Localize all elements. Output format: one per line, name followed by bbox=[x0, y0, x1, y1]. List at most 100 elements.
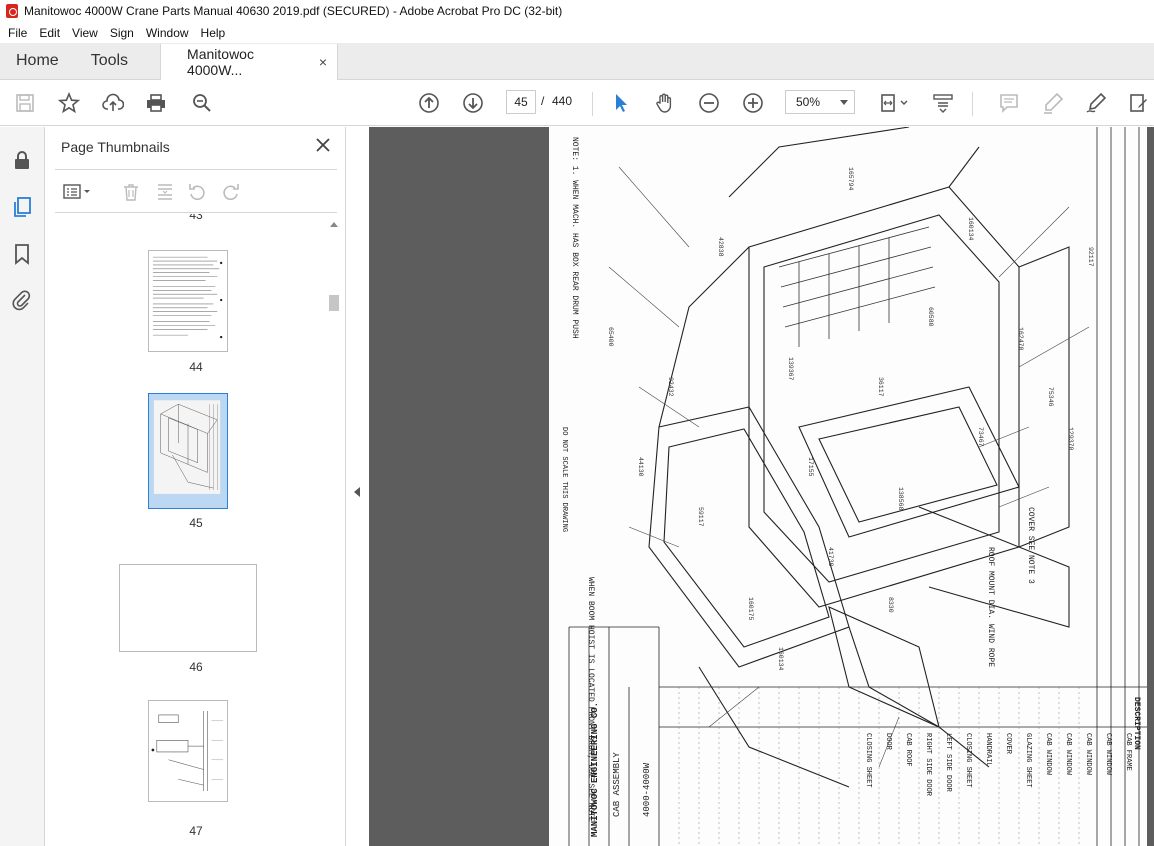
thumbnail-page-44[interactable]: 44 bbox=[55, 250, 337, 380]
parts-list-row: CAB WINDOW bbox=[1104, 733, 1112, 776]
search-zoom-icon[interactable] bbox=[189, 90, 215, 116]
menu-file[interactable]: File bbox=[2, 26, 33, 40]
part-number-label: 42838 bbox=[717, 237, 724, 257]
thumbnail-selected-frame bbox=[148, 393, 228, 509]
tab-home[interactable]: Home bbox=[0, 43, 75, 79]
tab-tools[interactable]: Tools bbox=[75, 43, 144, 79]
thumbnail-label: 46 bbox=[189, 660, 203, 674]
tab-close-icon[interactable]: × bbox=[319, 54, 327, 70]
drawing-note: WHEN BOOM HOIST IS LOCATED FRONT DRUM, U… bbox=[586, 577, 595, 822]
page-thumbnails-icon[interactable] bbox=[9, 194, 35, 220]
part-number-label: 17155 bbox=[807, 457, 814, 477]
previous-page-icon[interactable] bbox=[416, 90, 442, 116]
rotate-counterclockwise-icon[interactable] bbox=[185, 180, 209, 204]
part-number-label: 36117 bbox=[877, 377, 884, 397]
delete-page-icon[interactable] bbox=[119, 180, 143, 204]
part-number-label: 160134 bbox=[777, 647, 784, 671]
document-view[interactable]: MANITOWOC ENGINEERING CO. 4000-4000W CAB… bbox=[369, 127, 1154, 846]
document-page: MANITOWOC ENGINEERING CO. 4000-4000W CAB… bbox=[549, 127, 1147, 846]
scroll-mode-icon[interactable] bbox=[930, 90, 956, 116]
panel-title: Page Thumbnails bbox=[61, 139, 170, 155]
select-cursor-icon[interactable] bbox=[608, 90, 634, 116]
parts-list-row: CAB WINDOW bbox=[1044, 733, 1052, 776]
print-icon[interactable] bbox=[143, 90, 169, 116]
comment-icon[interactable] bbox=[996, 90, 1022, 116]
close-icon[interactable] bbox=[313, 135, 333, 155]
sign-pen-icon[interactable] bbox=[1083, 90, 1109, 116]
part-number-label: 129370 bbox=[1067, 427, 1074, 451]
parts-list-row: CLOSING SHEET bbox=[964, 733, 972, 788]
thumbnail-scrollbar[interactable] bbox=[328, 220, 340, 840]
parts-list-row: CAB ROOF bbox=[904, 733, 912, 767]
menu-bar: File Edit View Sign Window Help bbox=[0, 22, 1154, 43]
highlight-pen-icon[interactable] bbox=[1040, 90, 1066, 116]
thumbnail-list[interactable]: 43 44 45 46 47 bbox=[55, 214, 337, 846]
thumbnail-label: 45 bbox=[189, 516, 203, 530]
next-page-icon[interactable] bbox=[460, 90, 486, 116]
drawing-note: ROOF MOUNT DIA. WIND ROPE bbox=[986, 547, 995, 667]
menu-edit[interactable]: Edit bbox=[33, 26, 66, 40]
scrollbar-thumb[interactable] bbox=[329, 295, 339, 311]
thumbnail-image bbox=[148, 700, 228, 802]
current-page-input[interactable]: 45 bbox=[506, 90, 536, 114]
parts-list-row: COVER bbox=[1004, 733, 1012, 755]
parts-list-row: CAB WINDOW bbox=[1084, 733, 1092, 776]
thumbnail-image bbox=[119, 564, 257, 652]
thumbnail-label: 43 bbox=[189, 214, 203, 222]
thumbnail-page-46[interactable]: 46 bbox=[55, 564, 337, 684]
menu-help[interactable]: Help bbox=[195, 26, 232, 40]
tab-bar: Home Tools Manitowoc 4000W... × bbox=[0, 43, 1154, 80]
part-number-label: 165794 bbox=[847, 167, 854, 191]
thumbnail-page-47[interactable]: 47 bbox=[55, 700, 337, 840]
zoom-out-icon[interactable] bbox=[696, 90, 722, 116]
parts-list-row: LEFT SIDE DOOR bbox=[944, 733, 952, 793]
scroll-up-arrow-icon[interactable] bbox=[330, 222, 338, 227]
part-number-label: 59117 bbox=[697, 507, 704, 527]
hand-tool-icon[interactable] bbox=[652, 90, 678, 116]
toolbar-divider bbox=[972, 92, 973, 116]
edit-fill-sign-icon[interactable] bbox=[1126, 90, 1152, 116]
part-number-label: 160134 bbox=[967, 217, 974, 241]
thumbnail-options-icon[interactable] bbox=[61, 180, 95, 204]
lock-icon[interactable] bbox=[9, 147, 35, 173]
insert-page-icon[interactable] bbox=[153, 180, 177, 204]
collapse-left-chevron-icon[interactable] bbox=[354, 487, 360, 497]
bookmark-star-icon[interactable] bbox=[56, 90, 82, 116]
main-toolbar: 45 / 440 50% bbox=[0, 80, 1154, 126]
part-number-label: 41730 bbox=[827, 547, 834, 567]
title-bar: Manitowoc 4000W Crane Parts Manual 40630… bbox=[0, 0, 1154, 22]
part-number-label: 60580 bbox=[927, 307, 934, 327]
menu-sign[interactable]: Sign bbox=[104, 26, 140, 40]
acrobat-pdf-icon bbox=[6, 4, 18, 18]
zoom-in-icon[interactable] bbox=[740, 90, 766, 116]
part-number-label: 139367 bbox=[787, 357, 794, 381]
parts-list-row: GLAZING SHEET bbox=[1024, 733, 1032, 788]
thumbnail-image bbox=[148, 250, 228, 352]
attachments-paperclip-icon[interactable] bbox=[9, 287, 35, 313]
panel-collapse-handle[interactable] bbox=[345, 127, 369, 846]
navigation-rail bbox=[0, 127, 45, 846]
parts-list-row: HANDRAIL bbox=[984, 733, 992, 767]
tab-document[interactable]: Manitowoc 4000W... × bbox=[160, 44, 339, 80]
part-number-label: 138568 bbox=[897, 487, 904, 511]
parts-list-row: DOOR bbox=[884, 733, 892, 751]
save-icon[interactable] bbox=[12, 90, 38, 116]
menu-view[interactable]: View bbox=[66, 26, 104, 40]
title-block-model: 4000-4000W bbox=[642, 762, 652, 817]
zoom-level-select[interactable]: 50% bbox=[785, 90, 855, 114]
part-number-label: 92117 bbox=[1087, 247, 1094, 267]
toolbar-divider bbox=[592, 92, 593, 116]
fit-page-icon[interactable] bbox=[876, 90, 912, 116]
part-number-label: 44130 bbox=[637, 457, 644, 477]
rotate-clockwise-icon[interactable] bbox=[219, 180, 243, 204]
total-pages: 440 bbox=[552, 94, 573, 108]
parts-list-row: RIGHT SIDE DOOR bbox=[924, 733, 932, 797]
page-separator: / bbox=[541, 94, 545, 108]
thumbnail-page-45[interactable]: 45 bbox=[55, 393, 337, 533]
bookmarks-icon[interactable] bbox=[9, 241, 35, 267]
thumbnail-toolbar bbox=[55, 169, 337, 213]
parts-list-row: CLOSING SHEET bbox=[864, 733, 872, 788]
menu-window[interactable]: Window bbox=[140, 26, 195, 40]
part-number-label: 73467 bbox=[977, 427, 984, 447]
upload-cloud-icon[interactable] bbox=[100, 90, 126, 116]
